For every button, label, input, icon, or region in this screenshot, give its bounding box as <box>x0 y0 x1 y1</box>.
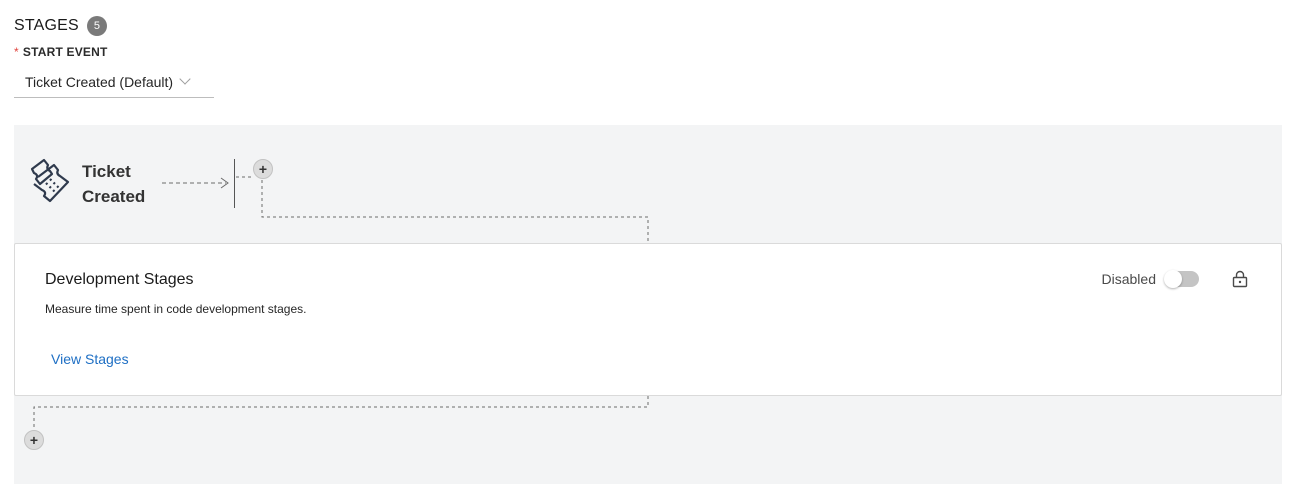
stage-card-description: Measure time spent in code development s… <box>45 302 307 316</box>
stage-card-title: Development Stages <box>45 271 194 288</box>
toggle-knob <box>1164 270 1182 288</box>
stage-toggle-group: Disabled <box>1101 270 1199 288</box>
add-stage-button-bottom[interactable]: + <box>24 430 44 450</box>
plus-icon: + <box>258 161 268 177</box>
toggle-status-label: Disabled <box>1101 271 1156 287</box>
add-stage-button-top[interactable]: + <box>253 159 273 179</box>
lock-icon[interactable] <box>1232 270 1248 288</box>
view-stages-link[interactable]: View Stages <box>51 351 129 367</box>
stage-card-development: Development Stages Measure time spent in… <box>14 243 1282 396</box>
plus-icon: + <box>29 432 39 448</box>
page: STAGES 5 * START EVENT Ticket Created (De… <box>0 0 1303 503</box>
enable-toggle[interactable] <box>1164 270 1199 288</box>
